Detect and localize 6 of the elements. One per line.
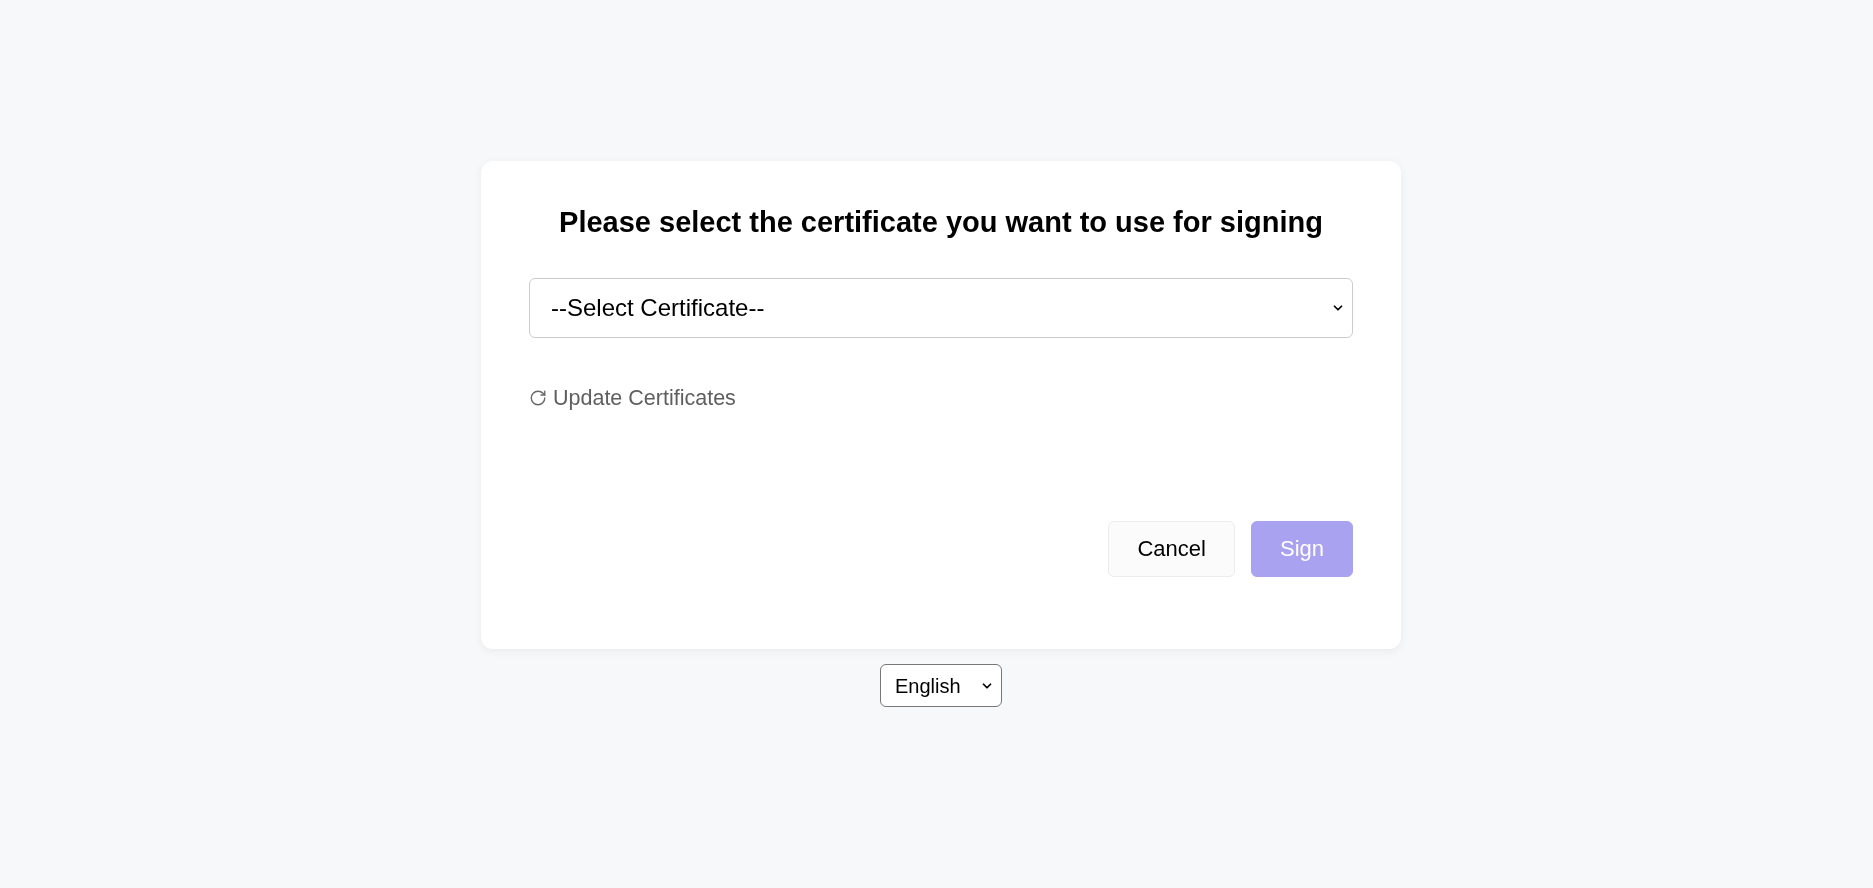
refresh-icon (529, 389, 547, 407)
dialog-title: Please select the certificate you want to use for signing (558, 205, 1324, 239)
cancel-button[interactable]: Cancel (1108, 521, 1235, 577)
update-certificates-link[interactable]: Update Certificates (553, 384, 736, 412)
language-select[interactable]: English (880, 664, 1002, 707)
certificate-select[interactable]: --Select Certificate-- (529, 278, 1353, 338)
